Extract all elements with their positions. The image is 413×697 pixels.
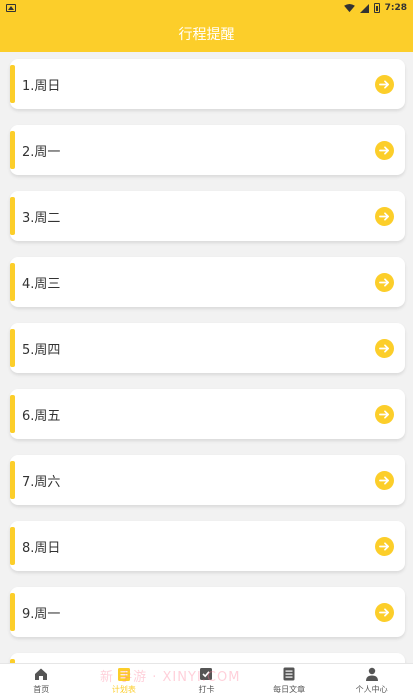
user-icon — [365, 667, 378, 681]
list-item[interactable]: 6.周五 — [10, 389, 405, 439]
tab-label: 个人中心 — [355, 685, 388, 694]
item-accent — [10, 263, 15, 301]
tab-label: 计划表 — [111, 685, 136, 694]
arrow-right-icon[interactable] — [375, 206, 394, 226]
list-item[interactable]: 4.周三 — [10, 257, 405, 307]
list-item-label: 5.周四 — [22, 342, 61, 358]
list-item[interactable]: 7.周六 — [10, 455, 405, 505]
plan-icon — [117, 668, 130, 681]
list-item[interactable]: 3.周二 — [10, 191, 405, 241]
list-item-label: 6.周五 — [22, 408, 61, 424]
list-item-label: 7.周六 — [22, 474, 61, 490]
item-accent — [10, 65, 15, 103]
list-item-label: 1.周日 — [22, 78, 61, 94]
list-item-label: 4.周三 — [22, 276, 61, 292]
list-item-label: 9.周一 — [22, 606, 61, 622]
list-item[interactable]: 5.周四 — [10, 323, 405, 373]
list-item-label: 3.周二 — [22, 210, 61, 226]
arrow-right-icon[interactable] — [375, 140, 394, 160]
list-item[interactable]: 8.周日 — [10, 521, 405, 571]
bottom-tab-bar: 首页 计划表 打卡 每日文章 个人中心 — [0, 663, 413, 697]
arrow-right-icon[interactable] — [375, 404, 394, 424]
list-item[interactable]: 2.周一 — [10, 125, 405, 175]
item-accent — [10, 527, 15, 565]
list-item[interactable]: 1.周日 — [10, 59, 405, 109]
checkin-icon — [200, 668, 213, 680]
tab-label: 每日文章 — [273, 685, 306, 694]
wifi-icon — [343, 3, 355, 12]
list-item[interactable] — [10, 653, 405, 663]
item-accent — [10, 593, 15, 631]
article-icon — [283, 667, 295, 681]
list-item-label: 8.周日 — [22, 540, 61, 556]
item-accent — [10, 131, 15, 169]
signal-icon — [359, 3, 369, 13]
tab-article[interactable]: 每日文章 — [248, 666, 330, 695]
tab-label: 首页 — [33, 685, 50, 694]
arrow-right-icon[interactable] — [375, 338, 394, 358]
page-title: 行程提醒 — [0, 16, 413, 52]
home-icon — [35, 668, 48, 680]
battery-icon — [373, 3, 380, 13]
tab-plan[interactable]: 计划表 — [83, 666, 165, 695]
arrow-right-icon[interactable] — [375, 74, 394, 94]
status-time: 7:28 — [384, 3, 407, 13]
list-item[interactable]: 9.周一 — [10, 587, 405, 637]
item-accent — [10, 395, 15, 433]
item-accent — [10, 329, 15, 367]
arrow-right-icon[interactable] — [375, 470, 394, 490]
tab-label: 打卡 — [198, 685, 215, 694]
list-item-label: 2.周一 — [22, 144, 61, 160]
tab-profile[interactable]: 个人中心 — [331, 666, 413, 695]
tab-checkin[interactable]: 打卡 — [165, 666, 247, 695]
item-accent — [10, 461, 15, 499]
image-notification-icon — [6, 4, 16, 12]
arrow-right-icon[interactable] — [375, 536, 394, 556]
tab-home[interactable]: 首页 — [0, 666, 82, 695]
status-bar: 7:28 — [0, 0, 413, 16]
schedule-list: 1.周日 2.周一 3.周二 4.周三 5.周四 6.周五 7.周六 8.周日 … — [0, 52, 413, 663]
arrow-right-icon[interactable] — [375, 602, 394, 622]
item-accent — [10, 197, 15, 235]
arrow-right-icon[interactable] — [375, 272, 394, 292]
